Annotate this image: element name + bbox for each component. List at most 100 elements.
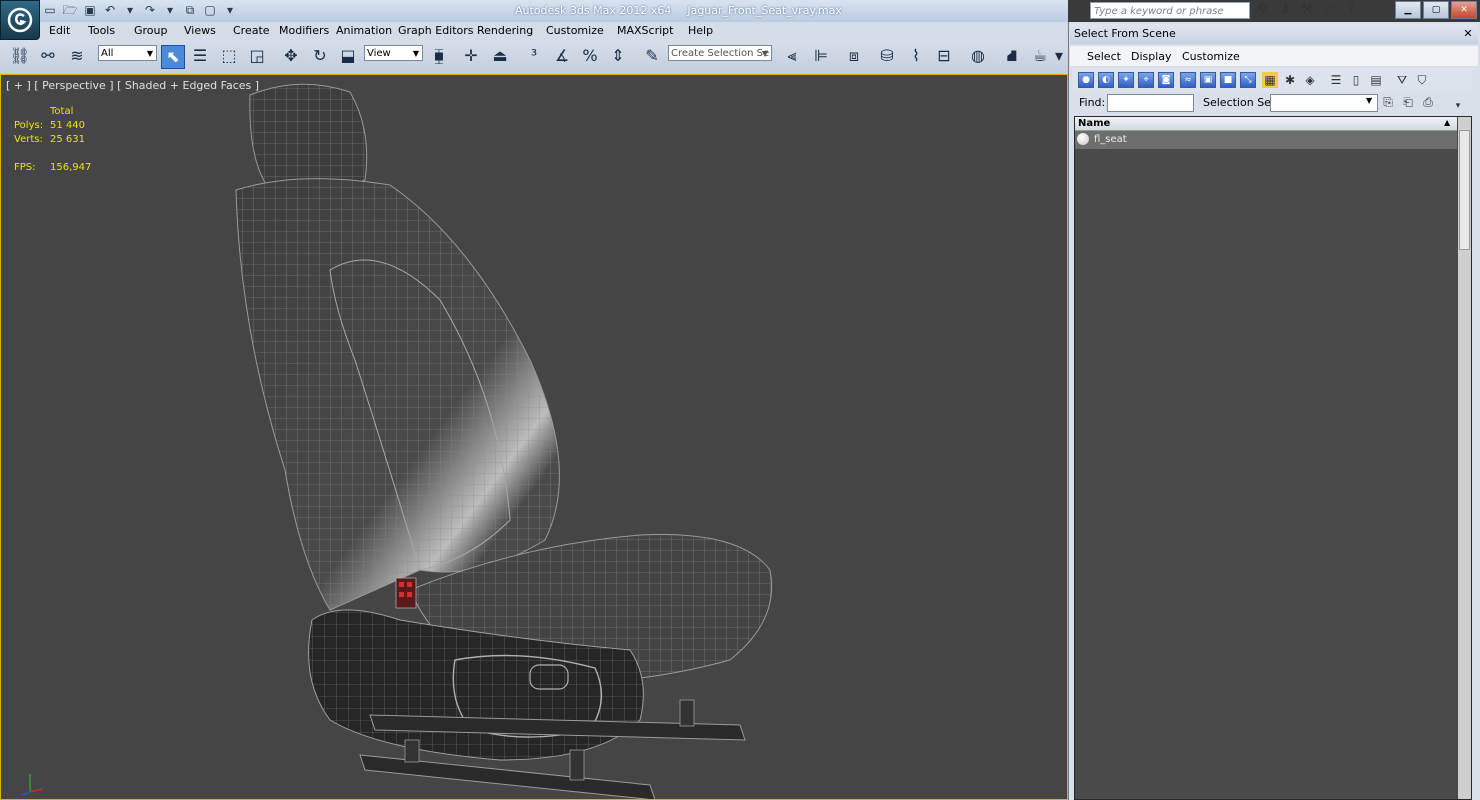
dialog-close-icon[interactable]: ✕: [1462, 28, 1474, 40]
curve-editor-icon[interactable]: ⌇: [905, 45, 927, 67]
menu-rendering[interactable]: Rendering: [477, 24, 533, 37]
toolbar-chevron-down-icon[interactable]: ▾: [1053, 45, 1065, 67]
find-input[interactable]: [1107, 94, 1194, 112]
move-icon[interactable]: ✥: [280, 45, 302, 67]
select-invert-icon[interactable]: ▤: [1368, 72, 1384, 88]
workspace-icon[interactable]: ▢: [202, 3, 218, 18]
undo-dropdown-icon[interactable]: ▾: [122, 3, 138, 18]
render-teapot-icon[interactable]: ☕: [1029, 45, 1051, 67]
display-frozen-icon[interactable]: ✱: [1282, 72, 1298, 88]
rectangular-selection-icon[interactable]: ⬚: [218, 45, 240, 67]
angle-snap-icon[interactable]: ∡: [551, 45, 573, 67]
add-to-selection-set-icon[interactable]: ⎗: [1400, 94, 1416, 110]
mirror-icon[interactable]: ⫷: [781, 45, 803, 67]
align-icon[interactable]: ⊫: [810, 45, 832, 67]
redo-dropdown-icon[interactable]: ▾: [162, 3, 178, 18]
dialog-menu-customize[interactable]: Customize: [1182, 50, 1240, 63]
material-editor-icon[interactable]: ◍: [967, 45, 989, 67]
star-icon[interactable]: ☆: [1321, 2, 1337, 18]
display-xrefs-icon[interactable]: ■: [1220, 72, 1236, 88]
layer-manager-icon[interactable]: ⧈: [843, 45, 865, 67]
pivot-center-icon[interactable]: ⧯: [428, 45, 450, 67]
minimize-icon[interactable]: ▁: [1395, 1, 1421, 19]
key-icon[interactable]: ⚷: [1277, 2, 1293, 18]
bind-space-warp-icon[interactable]: ≋: [66, 45, 88, 67]
perspective-viewport[interactable]: [0, 74, 1068, 800]
reference-coordinate-dropdown[interactable]: View ▼: [364, 45, 423, 61]
tools-icon[interactable]: ⚒: [1299, 2, 1315, 18]
keyboard-shortcut-override-icon[interactable]: ⏏: [489, 45, 511, 67]
snaps-toggle-icon[interactable]: ³: [523, 45, 545, 67]
display-hidden-icon[interactable]: ◈: [1302, 72, 1318, 88]
infocenter-search-input[interactable]: Type a keyword or phrase: [1090, 2, 1250, 19]
menu-animation[interactable]: Animation: [336, 24, 392, 37]
display-lights-icon[interactable]: ✦: [1118, 72, 1134, 88]
customize-qa-icon[interactable]: ▾: [222, 3, 238, 18]
save-icon[interactable]: ▣: [82, 3, 98, 18]
display-bones-icon[interactable]: ⤡: [1240, 72, 1256, 88]
display-geometry-icon[interactable]: ●: [1078, 72, 1094, 88]
select-by-name-icon[interactable]: ☰: [189, 45, 211, 67]
undo-icon[interactable]: ↶: [102, 3, 118, 18]
list-scroll-thumb[interactable]: [1459, 130, 1470, 250]
menu-tools[interactable]: Tools: [88, 24, 115, 37]
menu-create[interactable]: Create: [233, 24, 270, 37]
scale-icon[interactable]: ⬓: [337, 45, 359, 67]
chevron-down-icon: ▼: [412, 49, 420, 58]
menu-customize[interactable]: Customize: [546, 24, 604, 37]
selection-filter-dropdown[interactable]: All ▼: [98, 45, 157, 61]
menu-graph-editors[interactable]: Graph Editors: [398, 24, 474, 37]
list-item[interactable]: [1075, 131, 1457, 149]
dialog-menu-display[interactable]: Display: [1131, 50, 1172, 63]
display-groups-icon[interactable]: ▣: [1200, 72, 1216, 88]
select-manipulate-icon[interactable]: ✛: [460, 45, 482, 67]
fps-value: 156,947: [50, 162, 92, 173]
display-cameras-icon[interactable]: ⌖: [1138, 72, 1154, 88]
verts-value: 25 631: [50, 134, 85, 145]
named-selection-sets-dropdown[interactable]: Create Selection Se ▼: [668, 45, 772, 61]
scene-object-list[interactable]: [1074, 116, 1472, 800]
display-shapes-icon[interactable]: ◐: [1098, 72, 1114, 88]
menu-maxscript[interactable]: MAXScript: [617, 24, 673, 37]
spinner-snap-icon[interactable]: ⇕: [607, 45, 629, 67]
display-helpers-icon[interactable]: ◙: [1158, 72, 1174, 88]
app-menu-button[interactable]: [0, 0, 40, 40]
rotate-icon[interactable]: ↻: [309, 45, 331, 67]
render-setup-icon[interactable]: ⛘: [1001, 45, 1023, 67]
column-header-name[interactable]: Name: [1075, 117, 1457, 131]
edit-named-selection-icon[interactable]: ✎: [641, 45, 663, 67]
display-containers-icon[interactable]: ▦: [1262, 72, 1278, 88]
selection-set-dropdown[interactable]: [1270, 94, 1378, 112]
menu-modifiers[interactable]: Modifiers: [279, 24, 329, 37]
project-folder-icon[interactable]: ⧉: [182, 3, 198, 18]
new-file-icon[interactable]: ▭: [42, 3, 58, 18]
percent-snap-icon[interactable]: %: [579, 45, 601, 67]
menu-group[interactable]: Group: [134, 24, 168, 37]
select-object-icon[interactable]: ⬉: [161, 45, 185, 69]
select-all-icon[interactable]: ☰: [1328, 72, 1344, 88]
unlink-icon[interactable]: ⚯: [37, 45, 59, 67]
link-icon[interactable]: ⛓: [9, 45, 31, 67]
options-chevron-down-icon[interactable]: ▾: [1450, 98, 1466, 114]
dialog-menu-select[interactable]: Select: [1087, 50, 1121, 63]
viewport-label[interactable]: [ + ] [ Perspective ] [ Shaded + Edged F…: [6, 79, 259, 92]
binoculars-icon[interactable]: ⚲: [1255, 2, 1271, 18]
menu-views[interactable]: Views: [184, 24, 216, 37]
remove-from-selection-set-icon[interactable]: ⎙: [1420, 94, 1436, 110]
create-selection-set-icon[interactable]: ⎘: [1380, 94, 1396, 110]
close-icon[interactable]: ✕: [1451, 1, 1477, 19]
display-spacewarps-icon[interactable]: ≈: [1180, 72, 1196, 88]
menu-edit[interactable]: Edit: [49, 24, 70, 37]
open-file-icon[interactable]: 🗁: [62, 3, 78, 18]
filter-icon[interactable]: ⛛: [1394, 72, 1410, 88]
filter-settings-icon[interactable]: ⛉: [1414, 72, 1430, 88]
select-none-icon[interactable]: ▯: [1348, 72, 1364, 88]
help-icon[interactable]: ?: [1343, 2, 1359, 18]
window-crossing-icon[interactable]: ◲: [246, 45, 268, 67]
graphite-tools-icon[interactable]: ⛁: [876, 45, 898, 67]
maximize-icon[interactable]: ▢: [1423, 1, 1449, 19]
schematic-view-icon[interactable]: ⊟: [933, 45, 955, 67]
redo-icon[interactable]: ↷: [142, 3, 158, 18]
chevron-down-icon[interactable]: ▼: [1366, 96, 1372, 105]
menu-help[interactable]: Help: [688, 24, 713, 37]
